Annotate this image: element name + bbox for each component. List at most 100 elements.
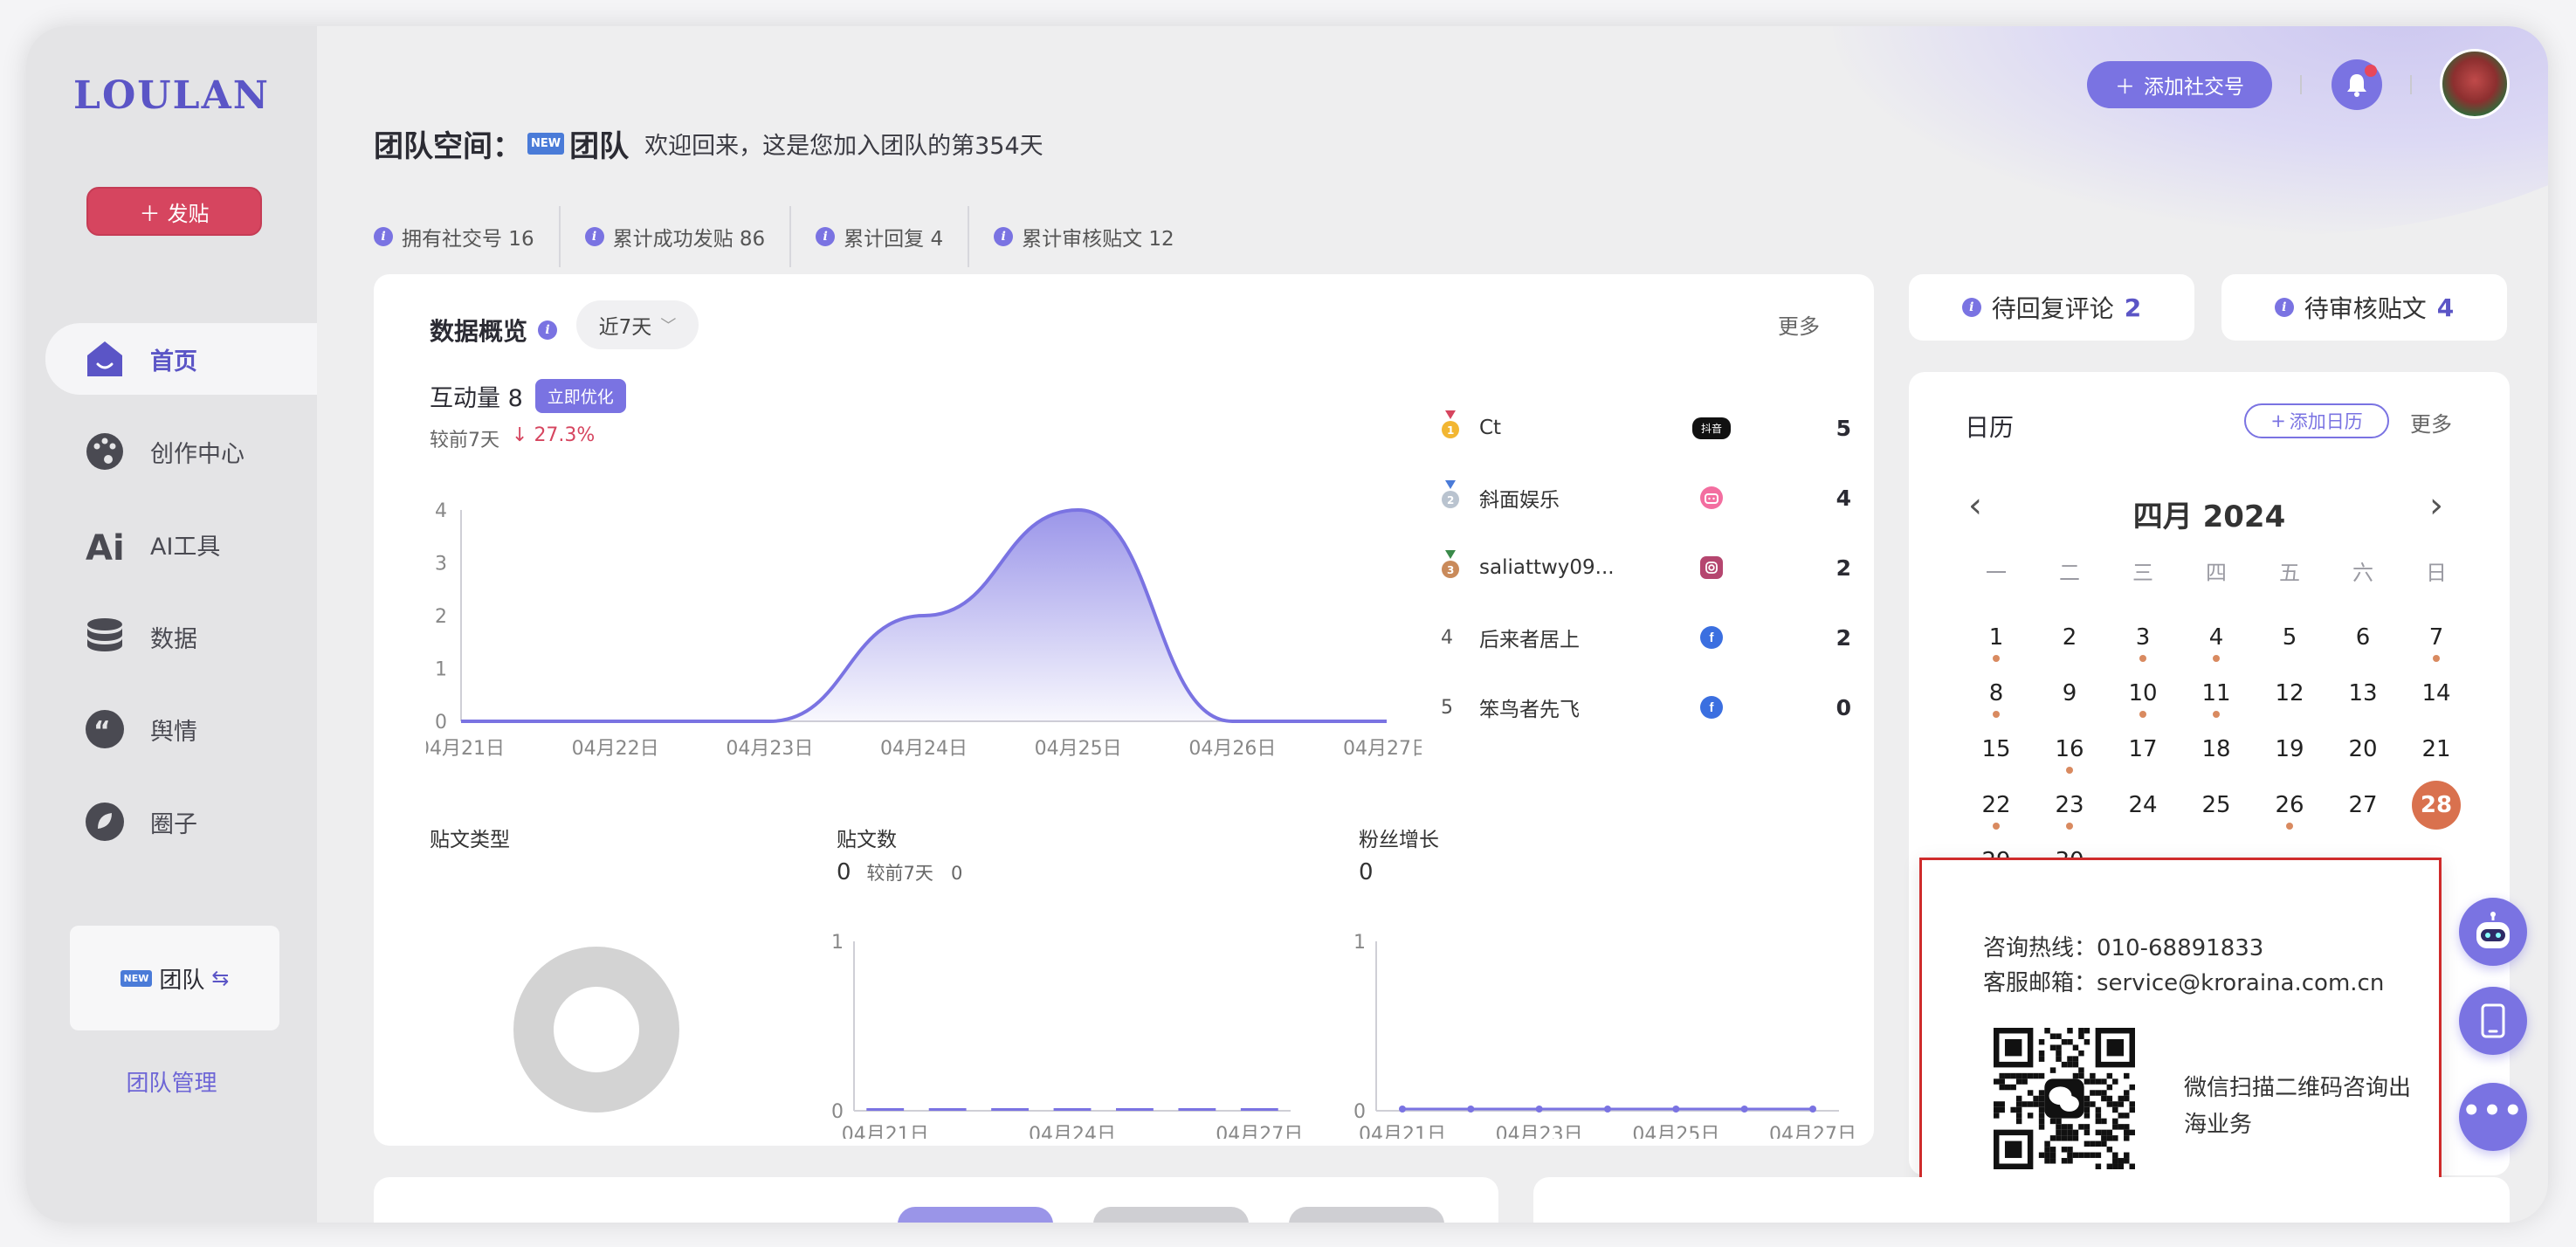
x-tick-label: 04月25日 xyxy=(1632,1124,1719,1139)
ranking-row[interactable]: 3 saliattwy09... 2 xyxy=(1441,533,1851,603)
sidebar-item-home[interactable]: 首页 xyxy=(45,323,317,395)
ellipsis-icon: ••• xyxy=(2462,1093,2524,1128)
calendar-day[interactable]: 16 xyxy=(2033,721,2106,777)
calendar-day[interactable]: 20 xyxy=(2326,721,2400,777)
chevron-left-icon[interactable]: ‹ xyxy=(1968,486,1982,526)
calendar-day[interactable]: 3 xyxy=(2106,610,2180,665)
info-icon[interactable]: i xyxy=(584,227,604,246)
add-account-button[interactable]: ＋ 添加社交号 xyxy=(2087,61,2272,108)
calendar-day[interactable]: 15 xyxy=(1960,721,2033,777)
calendar-day-number: 27 xyxy=(2348,792,2378,818)
event-dot xyxy=(2066,823,2073,830)
sidebar-item-creation[interactable]: 创作中心 xyxy=(45,416,317,487)
info-icon[interactable]: i xyxy=(538,320,558,340)
calendar-day[interactable]: 11 xyxy=(2180,665,2253,721)
interaction-label: 互动量 8 xyxy=(430,385,523,412)
calendar-day[interactable]: 1 xyxy=(1960,610,2033,665)
calendar-day-today[interactable]: 28 xyxy=(2400,777,2473,833)
ranking-row[interactable]: 1 Ct 抖音 5 xyxy=(1441,393,1851,463)
interaction-area-chart: 0 1 2 3 4 04月21日 04月22日 04月23日 04月24日 04月25日 04月26… xyxy=(426,500,1422,760)
stat-label: 累计成功发贴 86 xyxy=(612,228,766,251)
calendar-more-link[interactable]: 更多 xyxy=(2410,407,2452,437)
y-tick-label: 1 xyxy=(1353,932,1366,954)
sidebar-item-ai-tools[interactable]: Ai AI工具 xyxy=(45,508,317,580)
calendar-month: 四月 2024 xyxy=(2132,499,2286,534)
calendar-day[interactable]: 12 xyxy=(2253,665,2326,721)
calendar-day[interactable]: 17 xyxy=(2106,721,2180,777)
assistant-robot-button[interactable] xyxy=(2459,898,2527,966)
event-dot xyxy=(2139,655,2146,662)
bottom-tab[interactable] xyxy=(1093,1207,1249,1223)
ranking-row[interactable]: 2 斜面娱乐 4 xyxy=(1441,463,1851,533)
calendar-day[interactable]: 14 xyxy=(2400,665,2473,721)
calendar-day[interactable]: 2 xyxy=(2033,610,2106,665)
calendar-day[interactable]: 10 xyxy=(2106,665,2180,721)
overview-more-link[interactable]: 更多 xyxy=(1778,309,1820,340)
calendar-day[interactable]: 8 xyxy=(1960,665,2033,721)
y-tick-label: 1 xyxy=(435,659,447,681)
calendar-day[interactable]: 21 xyxy=(2400,721,2473,777)
period-select[interactable]: 近7天 ﹀ xyxy=(576,300,699,349)
calendar-day[interactable]: 22 xyxy=(1960,777,2033,833)
calendar-day[interactable]: 19 xyxy=(2253,721,2326,777)
info-icon[interactable]: i xyxy=(816,227,836,246)
calendar-day-number: 9 xyxy=(2062,680,2077,706)
x-tick-label: 04月25日 xyxy=(1035,738,1122,760)
calendar-day-number: 3 xyxy=(2135,624,2151,651)
phone-icon xyxy=(2481,1003,2505,1038)
notification-dot xyxy=(2365,65,2377,77)
pending-reply-button[interactable]: i 待回复评论 2 xyxy=(1909,274,2194,341)
calendar-day[interactable]: 7 xyxy=(2400,610,2473,665)
calendar-day[interactable]: 13 xyxy=(2326,665,2400,721)
team-manage-link[interactable]: 团队管理 xyxy=(26,1065,317,1098)
stat-label: 拥有社交号 16 xyxy=(402,228,534,251)
pending-review-count: 4 xyxy=(2436,293,2455,322)
calendar-day[interactable]: 9 xyxy=(2033,665,2106,721)
plus-icon: ＋ xyxy=(2115,76,2135,99)
app-window: LOULAN ＋ 发贴 首页 创作中心 Ai AI工具 数据 “ 舆情 圈子 N… xyxy=(26,26,2548,1223)
bottom-tab-active[interactable] xyxy=(898,1207,1053,1223)
optimize-button[interactable]: 立即优化 xyxy=(534,379,626,413)
info-icon[interactable]: i xyxy=(374,227,393,246)
pending-review-button[interactable]: i 待审核贴文 4 xyxy=(2221,274,2507,341)
info-icon[interactable]: i xyxy=(994,227,1014,246)
pie-slice xyxy=(513,947,679,1113)
more-options-button[interactable]: ••• xyxy=(2459,1083,2527,1151)
calendar-day[interactable]: 4 xyxy=(2180,610,2253,665)
calendar-day[interactable]: 18 xyxy=(2180,721,2253,777)
interaction-compare: 较前7天 ↓ 27.3% xyxy=(430,424,595,452)
divider xyxy=(2300,75,2302,94)
calendar-day[interactable]: 24 xyxy=(2106,777,2180,833)
chevron-right-icon[interactable]: › xyxy=(2429,486,2443,526)
ranking-row[interactable]: 5 笨鸟者先飞 f 0 xyxy=(1441,672,1851,742)
ranking-name: saliattwy09... xyxy=(1479,556,1615,579)
post-button[interactable]: ＋ 发贴 xyxy=(86,187,262,236)
calendar-day[interactable]: 26 xyxy=(2253,777,2326,833)
calendar-day[interactable]: 6 xyxy=(2326,610,2400,665)
svg-text:“: “ xyxy=(93,716,111,747)
ranking-row[interactable]: 4 后来者居上 f 2 xyxy=(1441,603,1851,672)
bottom-tab[interactable] xyxy=(1289,1207,1444,1223)
y-tick-label: 0 xyxy=(1353,1101,1366,1123)
avatar[interactable] xyxy=(2440,49,2510,119)
calendar-day[interactable]: 27 xyxy=(2326,777,2400,833)
notification-bell[interactable] xyxy=(2331,59,2382,110)
weekday-label: 三 xyxy=(2132,561,2153,585)
event-dot xyxy=(1993,711,2000,718)
ranking-name: 斜面娱乐 xyxy=(1479,489,1560,512)
sidebar-item-sentiment[interactable]: “ 舆情 xyxy=(45,693,317,765)
calendar-day-number: 13 xyxy=(2348,680,2378,706)
rank-number: 4 xyxy=(1441,626,1453,649)
calendar-day[interactable]: 23 xyxy=(2033,777,2106,833)
team-switcher[interactable]: NEW 团队 ⇆ xyxy=(70,926,279,1030)
sidebar-item-circle[interactable]: 圈子 xyxy=(45,786,317,858)
mobile-button[interactable] xyxy=(2459,987,2527,1055)
calendar-day-number: 7 xyxy=(2428,624,2444,651)
calendar-day[interactable]: 5 xyxy=(2253,610,2326,665)
sidebar-item-data[interactable]: 数据 xyxy=(45,601,317,672)
calendar-day-number: 4 xyxy=(2208,624,2224,651)
add-calendar-label: 添加日历 xyxy=(2289,411,2363,432)
calendar-day[interactable]: 25 xyxy=(2180,777,2253,833)
sidebar-nav: 首页 创作中心 Ai AI工具 数据 “ 舆情 圈子 xyxy=(45,323,317,878)
add-calendar-button[interactable]: + 添加日历 xyxy=(2244,403,2389,438)
